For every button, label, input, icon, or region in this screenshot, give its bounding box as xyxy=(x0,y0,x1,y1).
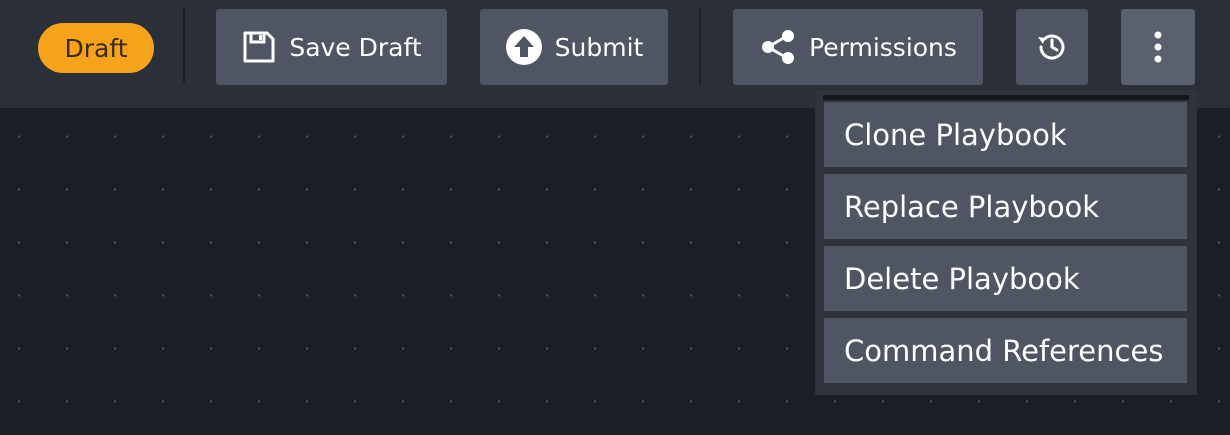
more-options-menu: Clone Playbook Replace Playbook Delete P… xyxy=(815,91,1197,395)
share-icon xyxy=(759,28,797,66)
toolbar-divider xyxy=(699,8,701,84)
permissions-label: Permissions xyxy=(809,32,957,62)
submit-label: Submit xyxy=(554,32,644,62)
menu-item-command-references[interactable]: Command References xyxy=(824,318,1187,383)
upload-circle-icon xyxy=(505,28,543,66)
submit-button[interactable]: Submit xyxy=(480,9,668,85)
menu-item-replace-playbook[interactable]: Replace Playbook xyxy=(824,174,1187,239)
menu-top-border xyxy=(823,95,1189,100)
save-draft-button[interactable]: Save Draft xyxy=(216,9,447,85)
toolbar-divider xyxy=(183,8,185,84)
save-draft-label: Save Draft xyxy=(289,32,422,62)
more-options-button[interactable] xyxy=(1121,9,1195,85)
permissions-button[interactable]: Permissions xyxy=(733,9,983,85)
menu-item-clone-playbook[interactable]: Clone Playbook xyxy=(824,102,1187,167)
menu-item-delete-playbook[interactable]: Delete Playbook xyxy=(824,246,1187,311)
status-badge: Draft xyxy=(38,23,154,73)
floppy-disk-icon xyxy=(241,29,277,65)
more-vertical-icon xyxy=(1152,29,1164,65)
history-button[interactable] xyxy=(1016,9,1088,85)
history-icon xyxy=(1034,29,1070,65)
